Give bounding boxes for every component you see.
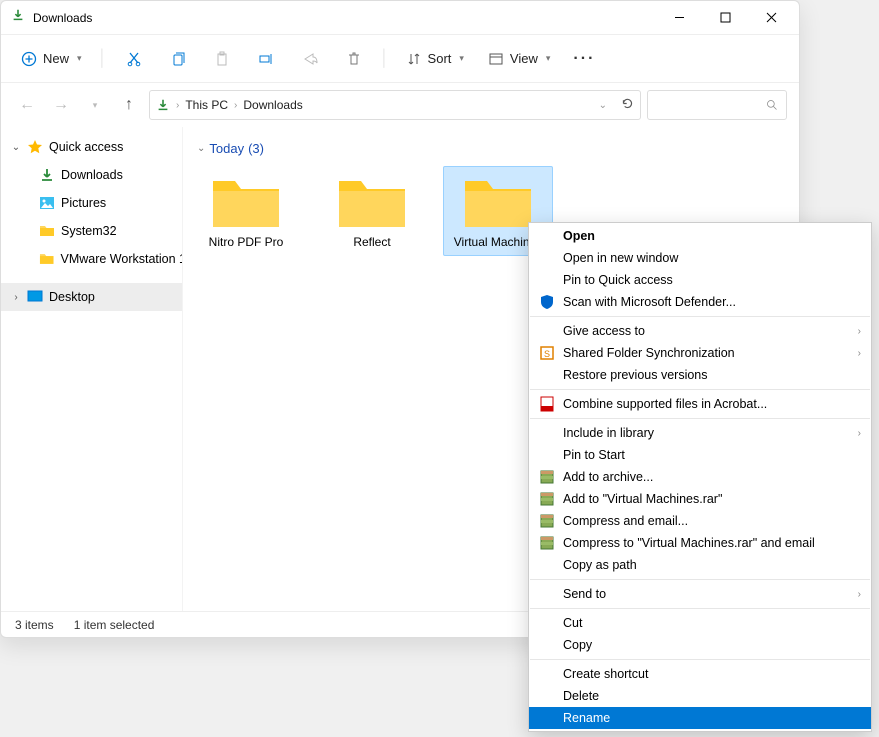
- menu-create-shortcut[interactable]: Create shortcut: [529, 663, 871, 685]
- pictures-icon: [39, 195, 55, 211]
- close-button[interactable]: [749, 3, 793, 33]
- cut-icon[interactable]: [116, 41, 152, 77]
- status-selected: 1 item selected: [74, 618, 155, 632]
- delete-icon[interactable]: [336, 41, 372, 77]
- maximize-button[interactable]: [703, 3, 747, 33]
- pdf-icon: [539, 396, 555, 412]
- download-icon: [39, 167, 55, 183]
- menu-open-new-window[interactable]: Open in new window: [529, 247, 871, 269]
- sidebar-label: Quick access: [49, 140, 123, 154]
- menu-delete[interactable]: Delete: [529, 685, 871, 707]
- folder-icon: [209, 173, 283, 231]
- folder-item[interactable]: Nitro PDF Pro: [191, 166, 301, 256]
- minimize-button[interactable]: [657, 3, 701, 33]
- sort-button[interactable]: Sort▾: [398, 47, 472, 71]
- chevron-right-icon: ›: [858, 589, 861, 600]
- menu-add-archive[interactable]: Add to archive...: [529, 466, 871, 488]
- archive-icon: [539, 535, 555, 551]
- nav-row: ← → ▾ ↑ › This PC › Downloads ⌄: [1, 83, 799, 127]
- menu-compress-email[interactable]: Compress and email...: [529, 510, 871, 532]
- more-icon[interactable]: ···: [566, 41, 602, 77]
- sidebar: ⌄ Quick access Downloads Pictures System…: [1, 127, 183, 611]
- menu-cut[interactable]: Cut: [529, 612, 871, 634]
- archive-icon: [539, 469, 555, 485]
- folder-icon: [39, 251, 54, 267]
- sidebar-item-pictures[interactable]: Pictures: [1, 189, 182, 217]
- menu-pin-start[interactable]: Pin to Start: [529, 444, 871, 466]
- chevron-right-icon: ›: [858, 348, 861, 359]
- folder-icon: [461, 173, 535, 231]
- sidebar-item-system32[interactable]: System32: [1, 217, 182, 245]
- menu-scan-defender[interactable]: Scan with Microsoft Defender...: [529, 291, 871, 313]
- search-input[interactable]: [647, 90, 787, 120]
- sidebar-label: System32: [61, 224, 117, 238]
- chevron-right-icon: ›: [858, 428, 861, 439]
- status-item-count: 3 items: [15, 618, 54, 632]
- folder-icon: [39, 223, 55, 239]
- view-button[interactable]: View▾: [480, 47, 558, 71]
- sort-label: Sort: [428, 51, 452, 66]
- view-label: View: [510, 51, 538, 66]
- sidebar-item-vmware[interactable]: VMware Workstation 1: [1, 245, 182, 273]
- copy-icon[interactable]: [160, 41, 196, 77]
- sidebar-label: Desktop: [49, 290, 95, 304]
- sidebar-label: Downloads: [61, 168, 123, 182]
- rename-icon[interactable]: [248, 41, 284, 77]
- menu-send-to[interactable]: Send to›: [529, 583, 871, 605]
- folder-name: Reflect: [353, 235, 390, 249]
- back-button[interactable]: ←: [13, 91, 41, 119]
- menu-rename[interactable]: Rename: [529, 707, 871, 729]
- refresh-icon[interactable]: [621, 97, 634, 113]
- paste-icon[interactable]: [204, 41, 240, 77]
- window-title: Downloads: [33, 11, 657, 25]
- folder-name: Nitro PDF Pro: [209, 235, 284, 249]
- breadcrumb-root[interactable]: This PC: [185, 98, 228, 112]
- sidebar-label: VMware Workstation 1: [60, 252, 182, 266]
- sync-icon: S: [539, 345, 555, 361]
- up-button[interactable]: ↑: [115, 91, 143, 119]
- shield-icon: [539, 294, 555, 310]
- new-label: New: [43, 51, 69, 66]
- menu-restore-versions[interactable]: Restore previous versions: [529, 364, 871, 386]
- history-chevron-icon[interactable]: ⌄: [599, 100, 607, 111]
- toolbar: New▾ │ │ Sort▾ View▾ ···: [1, 35, 799, 83]
- archive-icon: [539, 513, 555, 529]
- breadcrumb-current[interactable]: Downloads: [243, 98, 302, 112]
- menu-shared-sync[interactable]: SShared Folder Synchronization›: [529, 342, 871, 364]
- titlebar: Downloads: [1, 1, 799, 35]
- archive-icon: [539, 491, 555, 507]
- group-label: Today: [209, 141, 244, 156]
- share-icon[interactable]: [292, 41, 328, 77]
- menu-give-access[interactable]: Give access to›: [529, 320, 871, 342]
- search-icon: [766, 99, 778, 111]
- folder-icon: [335, 173, 409, 231]
- menu-pin-quick-access[interactable]: Pin to Quick access: [529, 269, 871, 291]
- star-icon: [27, 139, 43, 155]
- menu-include-library[interactable]: Include in library›: [529, 422, 871, 444]
- svg-text:S: S: [544, 349, 550, 359]
- group-count: (3): [248, 141, 264, 156]
- sidebar-quick-access[interactable]: ⌄ Quick access: [1, 133, 182, 161]
- recent-chevron[interactable]: ▾: [81, 91, 109, 119]
- group-header[interactable]: ⌄ Today (3): [197, 141, 791, 156]
- menu-copy-path[interactable]: Copy as path: [529, 554, 871, 576]
- menu-combine-acrobat[interactable]: Combine supported files in Acrobat...: [529, 393, 871, 415]
- forward-button[interactable]: →: [47, 91, 75, 119]
- sidebar-item-desktop[interactable]: › Desktop: [1, 283, 182, 311]
- menu-add-rar[interactable]: Add to "Virtual Machines.rar": [529, 488, 871, 510]
- sidebar-item-downloads[interactable]: Downloads: [1, 161, 182, 189]
- sidebar-label: Pictures: [61, 196, 106, 210]
- new-button[interactable]: New▾: [13, 47, 90, 71]
- menu-open[interactable]: Open: [529, 225, 871, 247]
- download-icon: [11, 8, 25, 27]
- address-bar[interactable]: › This PC › Downloads ⌄: [149, 90, 641, 120]
- menu-compress-rar-email[interactable]: Compress to "Virtual Machines.rar" and e…: [529, 532, 871, 554]
- desktop-icon: [27, 289, 43, 305]
- folder-item[interactable]: Reflect: [317, 166, 427, 256]
- context-menu: Open Open in new window Pin to Quick acc…: [528, 222, 872, 732]
- chevron-right-icon: ›: [858, 326, 861, 337]
- menu-copy[interactable]: Copy: [529, 634, 871, 656]
